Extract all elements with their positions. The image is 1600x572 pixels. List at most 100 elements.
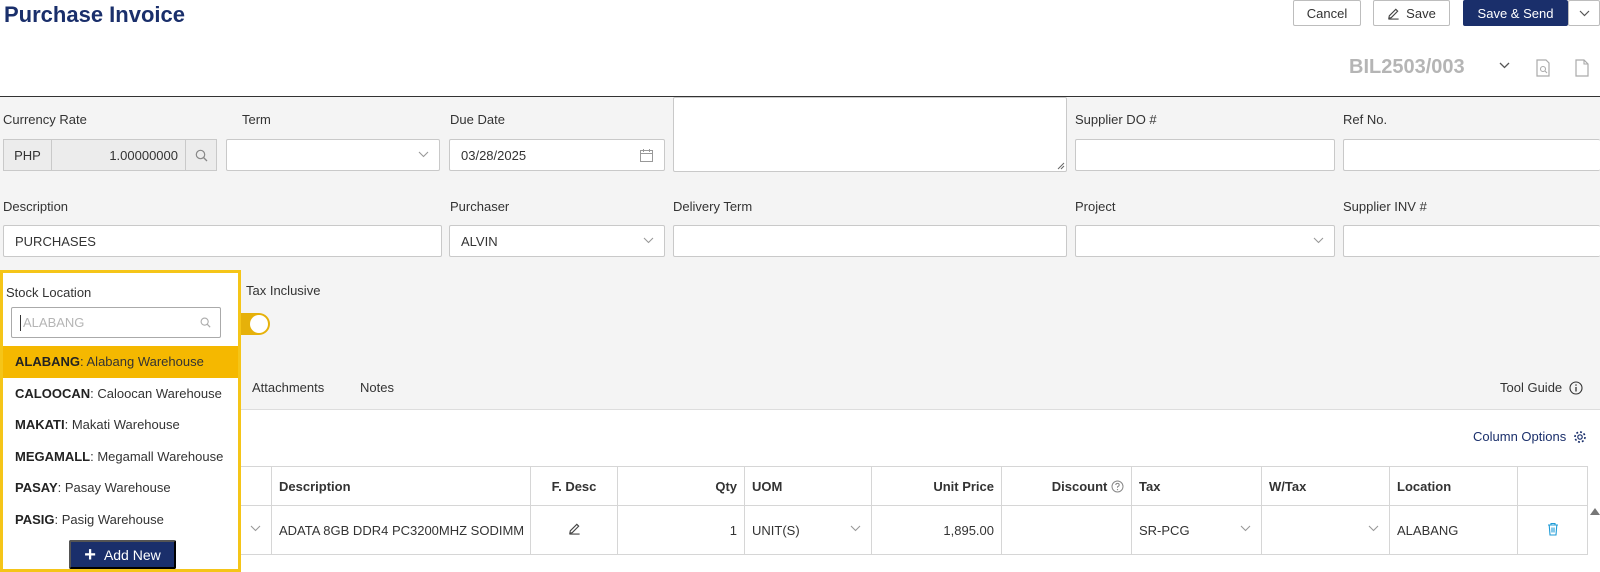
- stock-location-option[interactable]: PASAY: Pasay Warehouse: [3, 472, 238, 504]
- currency-rate-input[interactable]: 1.00000000: [52, 140, 186, 170]
- wtax-cell[interactable]: [1261, 505, 1390, 555]
- select-column-header: [236, 466, 272, 506]
- discount-column-header[interactable]: Discount: [1001, 466, 1132, 506]
- option-name: : Megamall Warehouse: [90, 448, 224, 464]
- chevron-down-icon: [1240, 525, 1251, 532]
- stock-location-placeholder: ALABANG: [23, 315, 85, 330]
- option-name: : Alabang Warehouse: [80, 354, 204, 370]
- option-name: : Caloocan Warehouse: [90, 385, 222, 401]
- item-code-cell[interactable]: [236, 505, 272, 555]
- tab-divider: [240, 409, 1600, 410]
- column-header[interactable]: Description: [271, 466, 531, 506]
- cancel-button[interactable]: Cancel: [1293, 0, 1361, 26]
- stock-location-option[interactable]: CALOOCAN: Caloocan Warehouse: [3, 378, 238, 410]
- toggle-knob: [250, 315, 268, 333]
- tax-inclusive-label: Tax Inclusive: [246, 283, 321, 298]
- column-header[interactable]: Tax: [1131, 466, 1262, 506]
- add-new-label: Add New: [103, 546, 161, 563]
- scroll-up-arrow[interactable]: [1590, 508, 1600, 515]
- purchaser-value: ALVIN: [461, 233, 498, 249]
- column-header[interactable]: UOM: [744, 466, 872, 506]
- option-name: : Makati Warehouse: [64, 417, 180, 433]
- calendar-icon[interactable]: [640, 149, 653, 162]
- stock-location-list: ALABANG: Alabang Warehouse CALOOCAN: Cal…: [3, 346, 238, 535]
- term-select[interactable]: [226, 139, 440, 171]
- column-header[interactable]: Location: [1389, 466, 1518, 506]
- column-header-label: Discount: [1051, 478, 1108, 494]
- text-cursor: [20, 314, 21, 331]
- currency-rate-field: PHP 1.00000000: [3, 139, 217, 171]
- discount-cell[interactable]: [1001, 505, 1132, 555]
- due-date-input[interactable]: 03/28/2025: [449, 139, 665, 171]
- chevron-down-icon: [643, 237, 654, 244]
- description-label: Description: [3, 199, 69, 214]
- resize-handle-icon[interactable]: [1057, 162, 1065, 170]
- stock-location-option[interactable]: MAKATI: Makati Warehouse: [3, 409, 238, 441]
- due-date-label: Due Date: [450, 112, 505, 127]
- info-icon: [1569, 380, 1583, 395]
- location-cell[interactable]: ALABANG: [1389, 505, 1518, 555]
- tab-notes[interactable]: Notes: [360, 380, 394, 395]
- help-icon[interactable]: [1111, 480, 1124, 493]
- document-number: BIL2503/003: [1349, 56, 1465, 78]
- remarks-textarea[interactable]: [673, 97, 1067, 172]
- chevron-down-icon: [850, 525, 861, 532]
- supplier-do-label: Supplier DO #: [1075, 112, 1157, 127]
- column-header[interactable]: Unit Price: [871, 466, 1002, 506]
- tool-guide-link[interactable]: Tool Guide: [1500, 380, 1583, 395]
- full-description-cell[interactable]: [530, 505, 618, 555]
- description-cell[interactable]: ADATA 8GB DDR4 PC3200MHZ SODIMM: [271, 505, 531, 555]
- project-select[interactable]: [1075, 225, 1335, 257]
- due-date-value: 03/28/2025: [461, 147, 527, 163]
- trash-icon[interactable]: [1547, 522, 1559, 536]
- pencil-icon[interactable]: [568, 522, 581, 535]
- chevron-down-icon: [1368, 525, 1379, 532]
- document-search-icon[interactable]: [1536, 59, 1551, 77]
- tab-attachments[interactable]: Attachments: [252, 380, 324, 395]
- tax-value: SR-PCG: [1139, 522, 1190, 538]
- stock-location-option[interactable]: MEGAMALL: Megamall Warehouse: [3, 441, 238, 473]
- currency-rate-label: Currency Rate: [3, 112, 87, 127]
- tool-guide-label: Tool Guide: [1500, 380, 1563, 395]
- qty-cell[interactable]: 1: [617, 505, 745, 555]
- ref-no-label: Ref No.: [1343, 112, 1388, 127]
- uom-cell[interactable]: UNIT(S): [744, 505, 872, 555]
- stock-location-option[interactable]: ALABANG: Alabang Warehouse: [3, 346, 238, 378]
- items-table: Description F. Desc Qty UOM Unit Price D…: [236, 466, 1588, 555]
- save-label: Save: [1406, 5, 1436, 21]
- description-value: PURCHASES: [15, 233, 96, 249]
- supplier-inv-input[interactable]: [1343, 225, 1600, 257]
- gear-icon: [1574, 430, 1587, 443]
- save-send-button[interactable]: Save & Send: [1463, 0, 1568, 26]
- stock-location-option[interactable]: PASIG: Pasig Warehouse: [3, 504, 238, 536]
- description-input[interactable]: PURCHASES: [3, 225, 442, 257]
- table-header-row: Description F. Desc Qty UOM Unit Price D…: [236, 466, 1588, 506]
- supplier-do-input[interactable]: [1075, 139, 1335, 171]
- term-label: Term: [242, 112, 271, 127]
- column-header[interactable]: Qty: [617, 466, 745, 506]
- document-icon[interactable]: [1575, 59, 1589, 77]
- tax-cell[interactable]: SR-PCG: [1131, 505, 1262, 555]
- chevron-down-icon: [1579, 10, 1589, 16]
- add-new-location-button[interactable]: + Add New: [69, 540, 176, 569]
- currency-code: PHP: [4, 140, 52, 170]
- option-code: PASAY: [15, 480, 58, 496]
- unit-price-cell[interactable]: 1,895.00: [871, 505, 1002, 555]
- more-options-button[interactable]: [1568, 0, 1600, 26]
- pencil-icon: [1388, 8, 1399, 20]
- stock-location-label: Stock Location: [6, 285, 92, 300]
- option-code: ALABANG: [15, 354, 80, 370]
- doc-number-chevron-icon[interactable]: [1499, 62, 1510, 69]
- column-header[interactable]: W/Tax: [1261, 466, 1390, 506]
- delivery-term-input[interactable]: [673, 225, 1067, 257]
- uom-value: UNIT(S): [752, 522, 800, 538]
- save-button[interactable]: Save: [1373, 0, 1450, 26]
- actions-column-header: [1517, 466, 1588, 506]
- currency-search-button[interactable]: [186, 140, 216, 170]
- stock-location-search-input[interactable]: ALABANG: [11, 307, 221, 338]
- ref-no-input[interactable]: [1343, 139, 1600, 171]
- column-header[interactable]: F. Desc: [530, 466, 618, 506]
- column-options-link[interactable]: Column Options: [1473, 429, 1587, 444]
- option-code: PASIG: [15, 511, 55, 527]
- purchaser-select[interactable]: ALVIN: [449, 225, 665, 257]
